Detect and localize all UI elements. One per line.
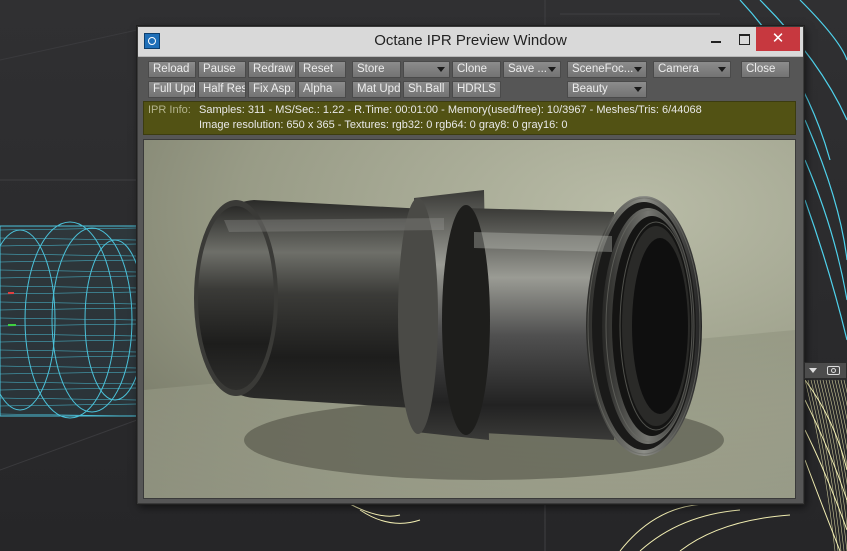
resolution-textures-line: Image resolution: 650 x 365 - Textures: … bbox=[199, 119, 568, 131]
ipr-info-label: IPR Info: bbox=[148, 104, 191, 116]
viewport-side-tools bbox=[804, 362, 847, 379]
redraw-button[interactable]: Redraw bbox=[248, 61, 296, 78]
fix-aspect-button[interactable]: Fix Asp. bbox=[248, 81, 296, 98]
alpha-button[interactable]: Alpha bbox=[298, 81, 346, 98]
minimize-icon bbox=[711, 41, 721, 43]
full-update-button[interactable]: Full Upd. bbox=[148, 81, 196, 98]
store-button[interactable]: Store bbox=[352, 61, 401, 78]
ipr-info-panel: IPR Info: Samples: 311 - MS/Sec.: 1.22 -… bbox=[143, 101, 796, 135]
reset-button[interactable]: Reset bbox=[298, 61, 346, 78]
render-stats-line: Samples: 311 - MS/Sec.: 1.22 - R.Time: 0… bbox=[199, 104, 702, 116]
render-preview[interactable] bbox=[143, 139, 796, 499]
reload-button[interactable]: Reload bbox=[148, 61, 196, 78]
camera-dropdown[interactable]: Camera bbox=[653, 61, 731, 78]
dropdown-arrow-icon[interactable] bbox=[809, 368, 817, 373]
store-slot-dropdown[interactable] bbox=[403, 61, 450, 78]
maximize-icon bbox=[738, 34, 750, 45]
pause-button[interactable]: Pause bbox=[198, 61, 246, 78]
half-res-button[interactable]: Half Res bbox=[198, 81, 246, 98]
shader-ball-button[interactable]: Sh.Ball bbox=[403, 81, 450, 98]
save-dropdown[interactable]: Save ... bbox=[503, 61, 561, 78]
close-button[interactable]: Close bbox=[741, 61, 790, 78]
rendered-lens-image bbox=[144, 140, 795, 498]
camera-icon[interactable] bbox=[827, 366, 840, 375]
title-bar[interactable]: Octane IPR Preview Window ✕ bbox=[138, 27, 803, 57]
hdrls-button[interactable]: HDRLS bbox=[452, 81, 501, 98]
material-update-button[interactable]: Mat Upd bbox=[352, 81, 401, 98]
close-icon: ✕ bbox=[771, 30, 785, 47]
window-close-button[interactable]: ✕ bbox=[756, 27, 800, 51]
render-pass-dropdown[interactable]: Beauty bbox=[567, 81, 647, 98]
ipr-preview-window[interactable]: Octane IPR Preview Window ✕ Reload Pause… bbox=[137, 26, 804, 504]
clone-button[interactable]: Clone bbox=[452, 61, 501, 78]
scene-focus-dropdown[interactable]: SceneFoc... bbox=[567, 61, 647, 78]
maximize-button[interactable] bbox=[730, 27, 758, 51]
minimize-button[interactable] bbox=[702, 27, 730, 51]
